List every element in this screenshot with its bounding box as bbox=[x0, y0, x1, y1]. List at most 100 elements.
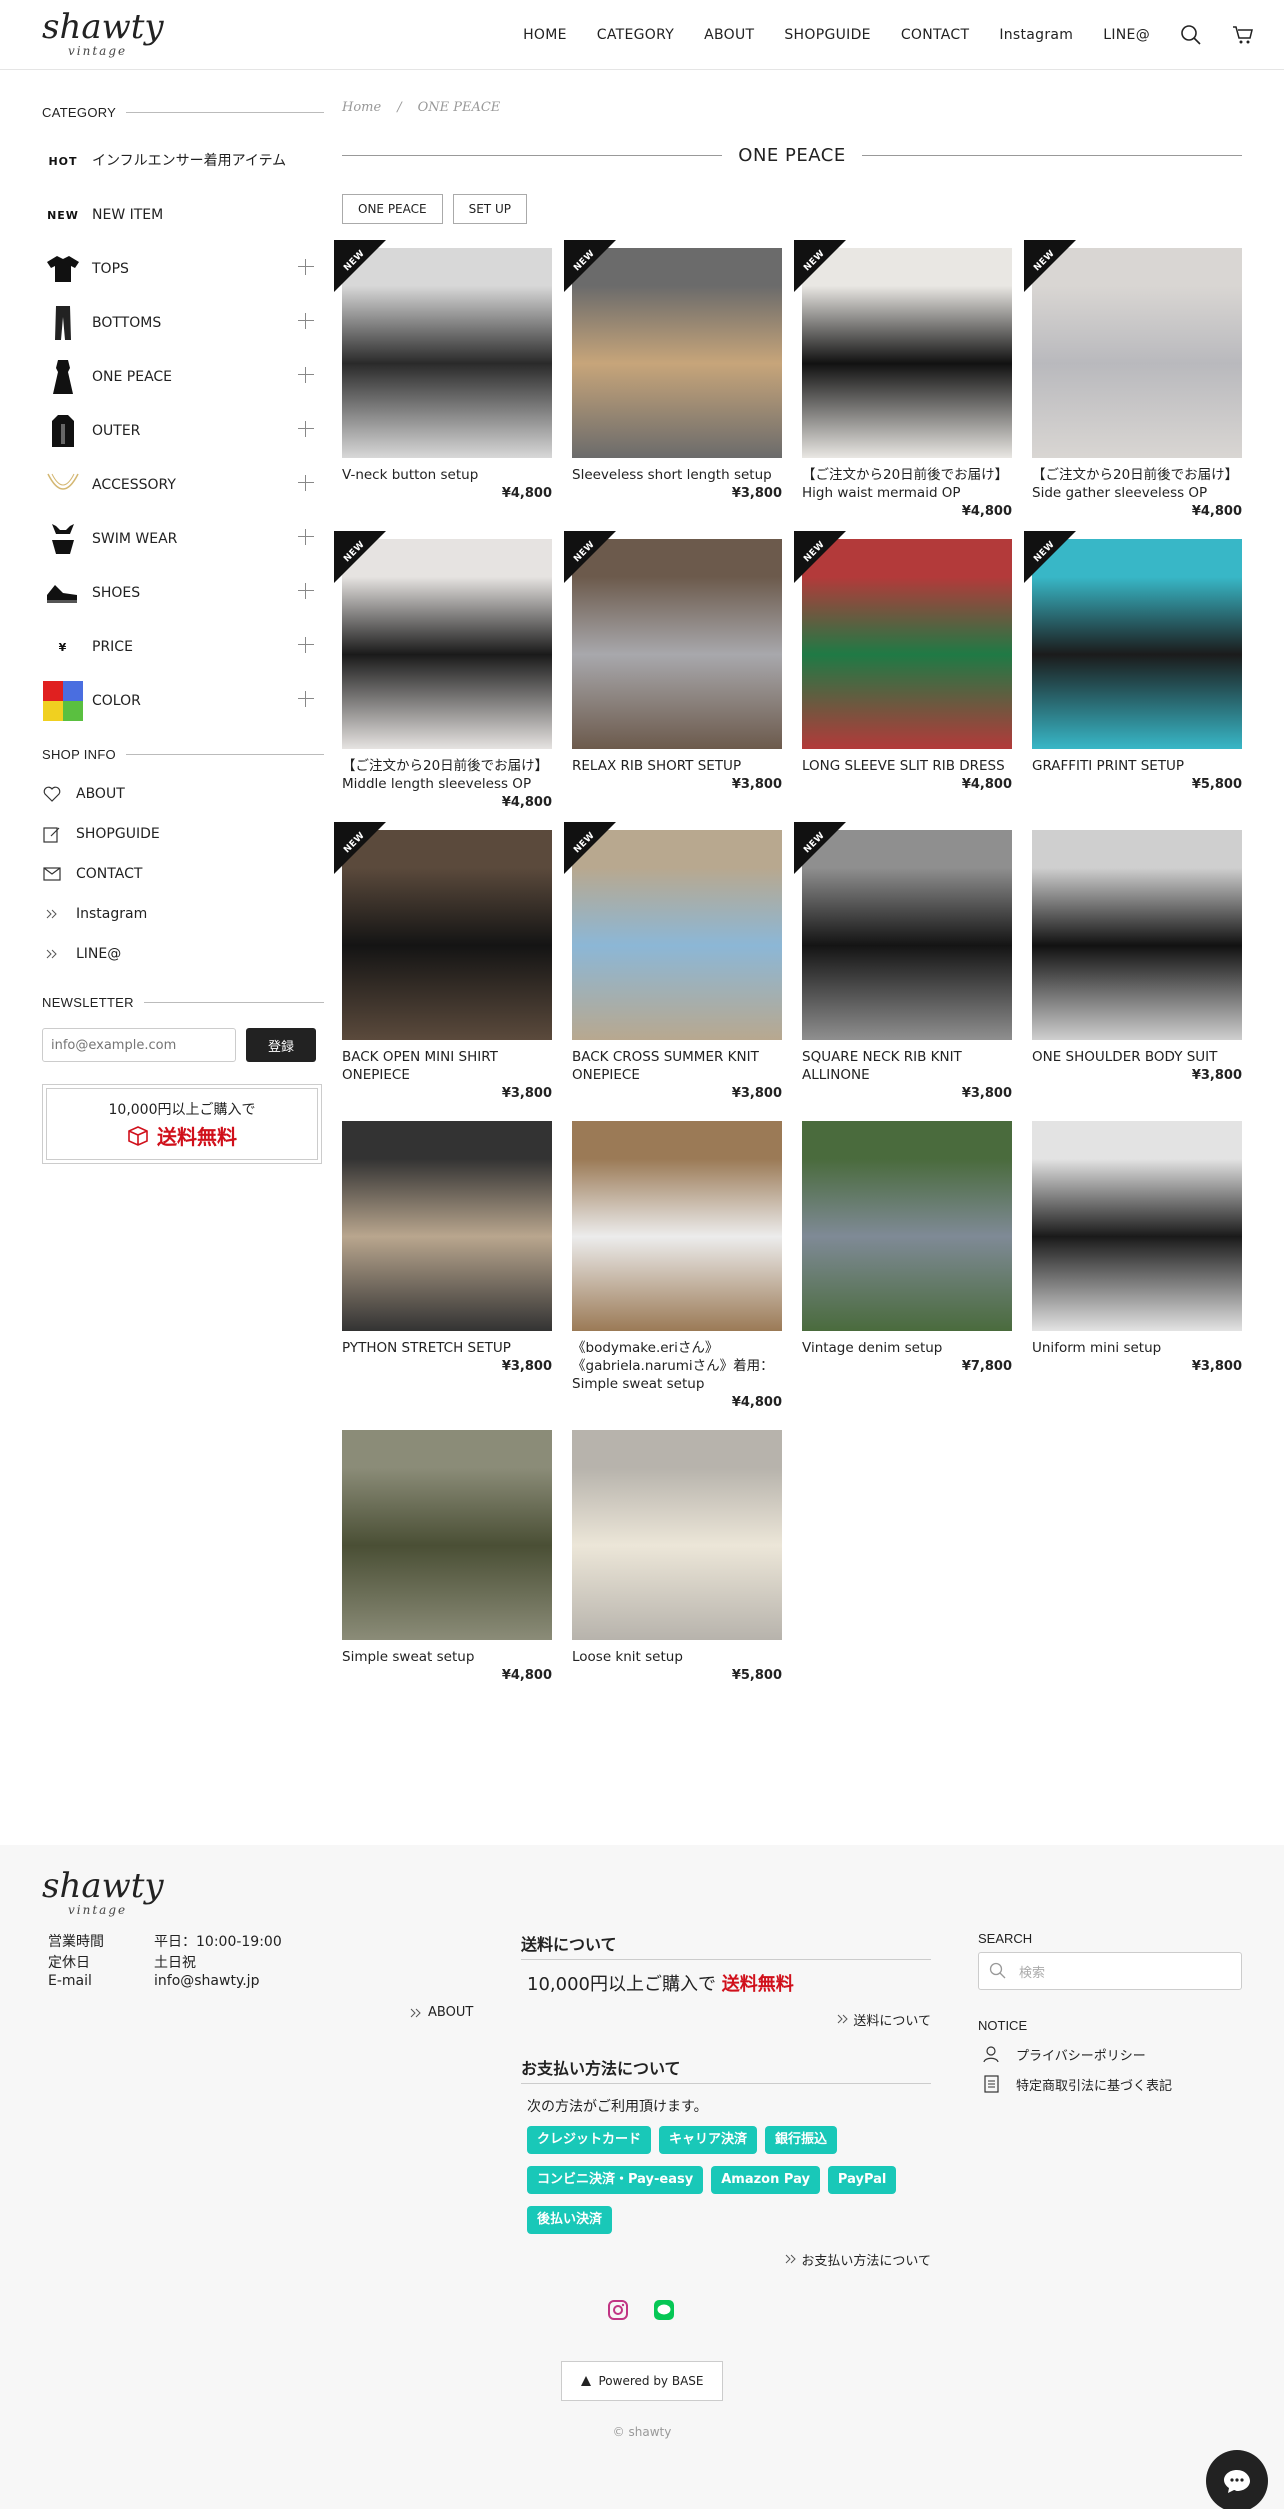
nav-category[interactable]: CATEGORY bbox=[597, 27, 674, 43]
product-name[interactable]: BACK OPEN MINI SHIRT ONEPIECE bbox=[342, 1048, 552, 1084]
site-footer: shawty vintage 営業時間 平日：10:00-19:00 定休日 土日祝… bbox=[0, 1845, 1284, 2509]
payment-link[interactable]: お支払い方法について bbox=[521, 2250, 931, 2269]
nav-line[interactable]: LINE@ bbox=[1103, 27, 1150, 43]
expand-plus-icon[interactable] bbox=[298, 583, 314, 599]
double-chevron-icon bbox=[42, 944, 62, 964]
product-name[interactable]: Vintage denim setup bbox=[802, 1339, 1012, 1357]
shopinfo-contact[interactable]: CONTACT bbox=[42, 854, 324, 894]
newsletter-subscribe-button[interactable]: 登録 bbox=[246, 1028, 316, 1062]
product-image[interactable] bbox=[1032, 1121, 1242, 1331]
line-icon[interactable] bbox=[654, 2300, 674, 2320]
product-card[interactable]: Vintage denim setup ¥7,800 bbox=[802, 1121, 1012, 1410]
privacy-policy-link[interactable]: プライバシーポリシー bbox=[978, 2039, 1242, 2069]
product-card[interactable]: NEW BACK OPEN MINI SHIRT ONEPIECE ¥3,800 bbox=[334, 822, 552, 1101]
product-card[interactable]: ONE SHOULDER BODY SUIT ¥3,800 bbox=[1032, 830, 1242, 1101]
expand-plus-icon[interactable] bbox=[298, 637, 314, 653]
product-card[interactable]: NEW Sleeveless short length setup ¥3,800 bbox=[564, 240, 782, 519]
chat-button[interactable] bbox=[1206, 2450, 1268, 2509]
category-item-hot[interactable]: HOT インフルエンサー着用アイテム bbox=[42, 134, 324, 188]
payment-badge: コンビニ決済・Pay-easy bbox=[527, 2166, 704, 2194]
category-item-swimwear[interactable]: SWIM WEAR bbox=[42, 512, 324, 566]
powered-by-base[interactable]: Powered by BASE bbox=[561, 2361, 723, 2401]
pants-icon bbox=[42, 303, 84, 343]
product-card[interactable]: NEW RELAX RIB SHORT SETUP ¥3,800 bbox=[564, 531, 782, 810]
tag-onepeace[interactable]: ONE PEACE bbox=[342, 194, 443, 224]
shopinfo-line[interactable]: LINE@ bbox=[42, 934, 324, 974]
product-card[interactable]: NEW BACK CROSS SUMMER KNIT ONEPIECE ¥3,800 bbox=[564, 822, 782, 1101]
product-card[interactable]: Loose knit setup ¥5,800 bbox=[572, 1430, 782, 1683]
product-image[interactable] bbox=[1032, 830, 1242, 1040]
expand-plus-icon[interactable] bbox=[298, 691, 314, 707]
product-name[interactable]: Sleeveless short length setup bbox=[572, 466, 782, 484]
product-image[interactable] bbox=[572, 1121, 782, 1331]
product-card[interactable]: NEW 【ご注文から20日前後でお届け】Side gather sleeveles… bbox=[1024, 240, 1242, 519]
nav-contact[interactable]: CONTACT bbox=[901, 27, 970, 43]
expand-plus-icon[interactable] bbox=[298, 367, 314, 383]
search-icon[interactable] bbox=[1180, 24, 1202, 46]
category-item-tops[interactable]: TOPS bbox=[42, 242, 324, 296]
category-item-new[interactable]: NEW NEW ITEM bbox=[42, 188, 324, 242]
category-item-onepeace[interactable]: ONE PEACE bbox=[42, 350, 324, 404]
cart-icon[interactable] bbox=[1232, 24, 1254, 46]
nav-home[interactable]: HOME bbox=[523, 27, 567, 43]
instagram-icon[interactable] bbox=[608, 2300, 628, 2320]
product-image[interactable] bbox=[342, 1430, 552, 1640]
product-image[interactable] bbox=[342, 1121, 552, 1331]
product-name[interactable]: 【ご注文から20日前後でお届け】Side gather sleeveless O… bbox=[1032, 466, 1242, 502]
product-name[interactable]: 《bodymake.eriさん》《gabriela.narumiさん》着用：Si… bbox=[572, 1339, 782, 1393]
nav-about[interactable]: ABOUT bbox=[704, 27, 754, 43]
shopinfo-about[interactable]: ABOUT bbox=[42, 774, 324, 814]
product-image[interactable] bbox=[572, 1430, 782, 1640]
expand-plus-icon[interactable] bbox=[298, 529, 314, 545]
expand-plus-icon[interactable] bbox=[298, 475, 314, 491]
shopinfo-instagram[interactable]: Instagram bbox=[42, 894, 324, 934]
product-name[interactable]: SQUARE NECK RIB KNIT ALLINONE bbox=[802, 1048, 1012, 1084]
product-name[interactable]: 【ご注文から20日前後でお届け】High waist mermaid OP bbox=[802, 466, 1012, 502]
product-name[interactable]: LONG SLEEVE SLIT RIB DRESS bbox=[802, 757, 1012, 775]
product-name[interactable]: Uniform mini setup bbox=[1032, 1339, 1242, 1357]
footer-about-link[interactable]: ABOUT bbox=[410, 2005, 473, 2020]
category-item-accessory[interactable]: ACCESSORY bbox=[42, 458, 324, 512]
product-card[interactable]: NEW 【ご注文から20日前後でお届け】High waist mermaid OP… bbox=[794, 240, 1012, 519]
expand-plus-icon[interactable] bbox=[298, 313, 314, 329]
product-image[interactable] bbox=[802, 1121, 1012, 1331]
nav-instagram[interactable]: Instagram bbox=[999, 27, 1073, 43]
footer-logo[interactable]: shawty vintage bbox=[42, 1865, 164, 1921]
legal-notice-link[interactable]: 特定商取引法に基づく表記 bbox=[978, 2069, 1242, 2099]
product-card[interactable]: NEW SQUARE NECK RIB KNIT ALLINONE ¥3,800 bbox=[794, 822, 1012, 1101]
expand-plus-icon[interactable] bbox=[298, 421, 314, 437]
product-name[interactable]: Loose knit setup bbox=[572, 1648, 782, 1666]
category-item-shoes[interactable]: SHOES bbox=[42, 566, 324, 620]
expand-plus-icon[interactable] bbox=[298, 259, 314, 275]
product-name[interactable]: 【ご注文から20日前後でお届け】Middle length sleeveless… bbox=[342, 757, 552, 793]
product-name[interactable]: Simple sweat setup bbox=[342, 1648, 552, 1666]
product-card[interactable]: NEW LONG SLEEVE SLIT RIB DRESS ¥4,800 bbox=[794, 531, 1012, 810]
product-card[interactable]: Uniform mini setup ¥3,800 bbox=[1032, 1121, 1242, 1410]
shipping-link[interactable]: 送料について bbox=[521, 2010, 931, 2029]
product-card[interactable]: Simple sweat setup ¥4,800 bbox=[342, 1430, 552, 1683]
product-name[interactable]: V-neck button setup bbox=[342, 466, 552, 484]
product-card[interactable]: NEW 【ご注文から20日前後でお届け】Middle length sleevel… bbox=[334, 531, 552, 810]
category-item-price[interactable]: ¥ PRICE bbox=[42, 620, 324, 674]
product-name[interactable]: PYTHON STRETCH SETUP bbox=[342, 1339, 552, 1357]
shopinfo-shopguide[interactable]: SHOPGUIDE bbox=[42, 814, 324, 854]
product-name[interactable]: ONE SHOULDER BODY SUIT bbox=[1032, 1048, 1242, 1066]
breadcrumb-home[interactable]: Home bbox=[342, 100, 381, 115]
tag-setup[interactable]: SET UP bbox=[452, 194, 527, 224]
product-card[interactable]: NEW GRAFFITI PRINT SETUP ¥5,800 bbox=[1024, 531, 1242, 810]
newsletter-email-input[interactable] bbox=[42, 1028, 236, 1062]
product-name[interactable]: GRAFFITI PRINT SETUP bbox=[1032, 757, 1242, 775]
product-name[interactable]: RELAX RIB SHORT SETUP bbox=[572, 757, 782, 775]
email-value[interactable]: info@shawty.jp bbox=[154, 1973, 259, 1994]
category-item-bottoms[interactable]: BOTTOMS bbox=[42, 296, 324, 350]
category-item-outer[interactable]: OUTER bbox=[42, 404, 324, 458]
footer-search-input[interactable]: 検索 bbox=[978, 1952, 1242, 1990]
product-card[interactable]: NEW V-neck button setup ¥4,800 bbox=[334, 240, 552, 519]
site-logo[interactable]: shawty vintage bbox=[42, 6, 164, 62]
site-header: shawty vintage HOME CATEGORY ABOUT SHOPG… bbox=[0, 0, 1284, 70]
product-card[interactable]: PYTHON STRETCH SETUP ¥3,800 bbox=[342, 1121, 552, 1410]
category-item-color[interactable]: COLOR bbox=[42, 674, 324, 728]
product-name[interactable]: BACK CROSS SUMMER KNIT ONEPIECE bbox=[572, 1048, 782, 1084]
nav-shopguide[interactable]: SHOPGUIDE bbox=[784, 27, 870, 43]
product-card[interactable]: 《bodymake.eriさん》《gabriela.narumiさん》着用：Si… bbox=[572, 1121, 782, 1410]
